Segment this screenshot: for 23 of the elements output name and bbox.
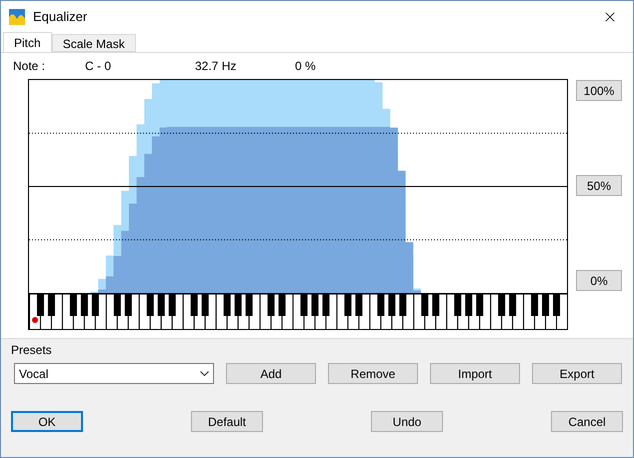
preset-dropdown[interactable]: Vocal [14, 363, 214, 384]
preset-button[interactable]: Remove [328, 363, 418, 384]
preset-button[interactable]: Export [532, 363, 622, 384]
note-frequency: 32.7 Hz [195, 58, 238, 75]
dialog-button[interactable]: OK [11, 411, 83, 432]
level-button[interactable]: 100% [576, 80, 622, 101]
tab[interactable]: Scale Mask [52, 34, 136, 52]
note-marker-icon [32, 317, 38, 323]
presets-label: Presets [11, 343, 52, 357]
preset-button[interactable]: Import [430, 363, 520, 384]
dialog-button[interactable]: Cancel [551, 411, 623, 432]
preset-button[interactable]: Add [226, 363, 316, 384]
dialog-button[interactable]: Undo [371, 411, 443, 432]
note-name: C - 0 [85, 58, 112, 75]
level-button[interactable]: 50% [576, 175, 622, 196]
tab[interactable]: Pitch [3, 32, 52, 52]
equalizer-app-icon [9, 8, 25, 24]
note-percent: 0 % [295, 58, 316, 75]
note-label: Note : [13, 58, 46, 75]
dialog-button[interactable]: Default [191, 411, 263, 432]
chevron-down-icon [200, 371, 209, 376]
window-title: Equalizer [33, 8, 88, 26]
level-button[interactable]: 0% [576, 270, 622, 291]
